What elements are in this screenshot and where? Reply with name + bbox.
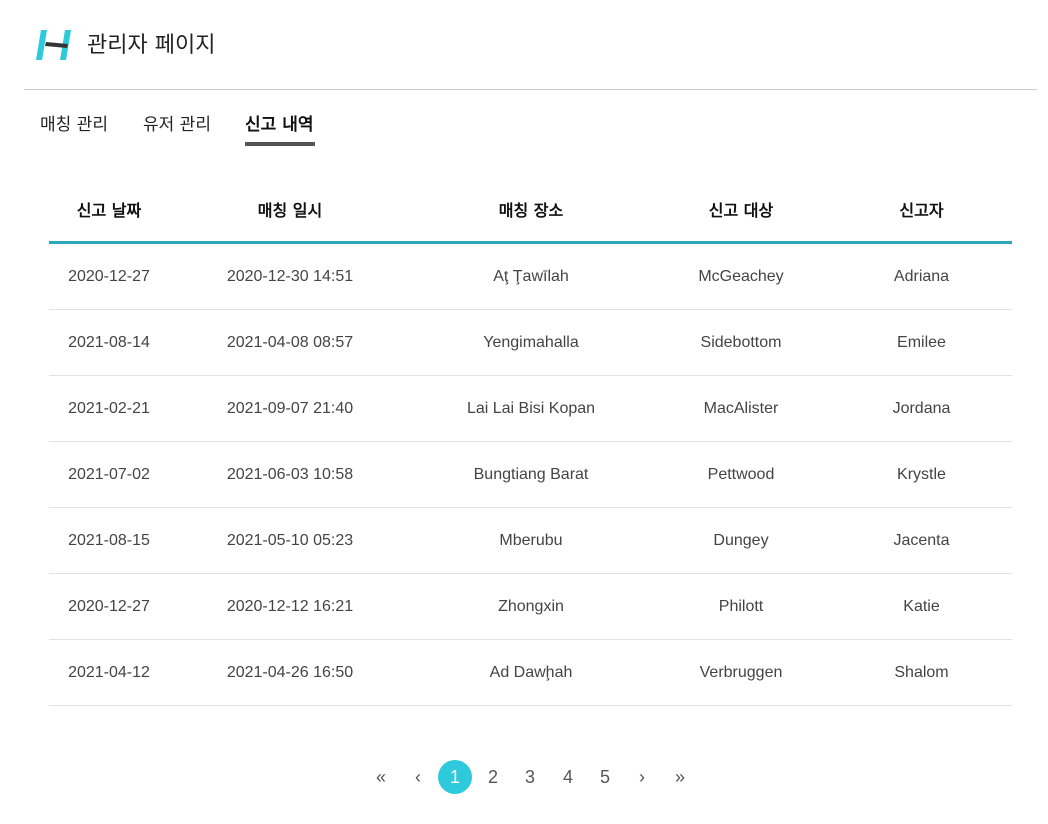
- first-page-button[interactable]: «: [364, 760, 398, 794]
- column-header-reporter: 신고자: [831, 176, 1012, 244]
- cell-reported-user: McGeachey: [651, 242, 831, 310]
- cell-match-datetime: 2020-12-12 16:21: [169, 573, 411, 640]
- pagination: « ‹ 1 2 3 4 5 › »: [362, 760, 702, 794]
- cell-match-datetime: 2020-12-30 14:51: [169, 242, 411, 310]
- cell-match-datetime: 2021-09-07 21:40: [169, 375, 411, 442]
- cell-match-location: Yengimahalla: [411, 309, 651, 376]
- cell-reporter: Emilee: [831, 309, 1012, 376]
- cell-reported-user: Dungey: [651, 507, 831, 574]
- cell-match-datetime: 2021-04-08 08:57: [169, 309, 411, 376]
- cell-reporter: Krystle: [831, 441, 1012, 508]
- page-button-2[interactable]: 2: [476, 760, 510, 794]
- page-header: 관리자 페이지: [24, 0, 1037, 90]
- table-header-row: 신고 날짜 매칭 일시 매칭 장소 신고 대상 신고자: [49, 176, 1012, 244]
- tab-report-history[interactable]: 신고 내역: [245, 112, 313, 138]
- cell-reporter: Jacenta: [831, 507, 1012, 574]
- cell-match-datetime: 2021-05-10 05:23: [169, 507, 411, 574]
- cell-reported-user: MacAlister: [651, 375, 831, 442]
- report-table: 신고 날짜 매칭 일시 매칭 장소 신고 대상 신고자 2020-12-27 2…: [49, 176, 1012, 706]
- cell-match-location: Mberubu: [411, 507, 651, 574]
- cell-reported-user: Philott: [651, 573, 831, 640]
- table-row[interactable]: 2021-08-15 2021-05-10 05:23 Mberubu Dung…: [49, 507, 1012, 574]
- next-page-button[interactable]: ›: [625, 760, 659, 794]
- page-button-3[interactable]: 3: [513, 760, 547, 794]
- cell-reporter: Shalom: [831, 639, 1012, 706]
- table-row[interactable]: 2021-07-02 2021-06-03 10:58 Bungtiang Ba…: [49, 441, 1012, 508]
- column-header-match-location: 매칭 장소: [411, 176, 651, 244]
- table-row[interactable]: 2021-04-12 2021-04-26 16:50 Ad Dawḩah Ve…: [49, 639, 1012, 706]
- cell-match-location: Ad Dawḩah: [411, 639, 651, 706]
- cell-report-date: 2021-02-21: [49, 375, 169, 442]
- cell-match-location: Lai Lai Bisi Kopan: [411, 375, 651, 442]
- column-header-reported-user: 신고 대상: [651, 176, 831, 244]
- dumbbell-logo-icon[interactable]: [34, 27, 76, 63]
- cell-match-datetime: 2021-04-26 16:50: [169, 639, 411, 706]
- cell-reported-user: Sidebottom: [651, 309, 831, 376]
- page-title: 관리자 페이지: [87, 33, 216, 58]
- cell-match-location: Zhongxin: [411, 573, 651, 640]
- prev-page-button[interactable]: ‹: [401, 760, 435, 794]
- cell-reported-user: Verbruggen: [651, 639, 831, 706]
- cell-match-location: Bungtiang Barat: [411, 441, 651, 508]
- cell-report-date: 2020-12-27: [49, 573, 169, 640]
- cell-report-date: 2021-08-14: [49, 309, 169, 376]
- table-row[interactable]: 2021-08-14 2021-04-08 08:57 Yengimahalla…: [49, 309, 1012, 376]
- table-row[interactable]: 2020-12-27 2020-12-30 14:51 Aţ Ţawīlah M…: [49, 242, 1012, 310]
- page-button-5[interactable]: 5: [588, 760, 622, 794]
- column-header-match-datetime: 매칭 일시: [169, 176, 411, 244]
- active-tab-indicator: [245, 142, 315, 146]
- cell-reporter: Katie: [831, 573, 1012, 640]
- cell-reporter: Adriana: [831, 242, 1012, 310]
- cell-match-location: Aţ Ţawīlah: [411, 242, 651, 310]
- tab-user-management[interactable]: 유저 관리: [143, 112, 211, 138]
- last-page-button[interactable]: »: [663, 760, 697, 794]
- column-header-report-date: 신고 날짜: [49, 176, 169, 244]
- cell-reported-user: Pettwood: [651, 441, 831, 508]
- cell-report-date: 2021-08-15: [49, 507, 169, 574]
- cell-report-date: 2021-04-12: [49, 639, 169, 706]
- tab-matching-management[interactable]: 매칭 관리: [40, 112, 108, 138]
- cell-report-date: 2021-07-02: [49, 441, 169, 508]
- table-row[interactable]: 2020-12-27 2020-12-12 16:21 Zhongxin Phi…: [49, 573, 1012, 640]
- cell-match-datetime: 2021-06-03 10:58: [169, 441, 411, 508]
- table-row[interactable]: 2021-02-21 2021-09-07 21:40 Lai Lai Bisi…: [49, 375, 1012, 442]
- cell-report-date: 2020-12-27: [49, 242, 169, 310]
- page-button-4[interactable]: 4: [551, 760, 585, 794]
- page-button-1[interactable]: 1: [438, 760, 472, 794]
- cell-reporter: Jordana: [831, 375, 1012, 442]
